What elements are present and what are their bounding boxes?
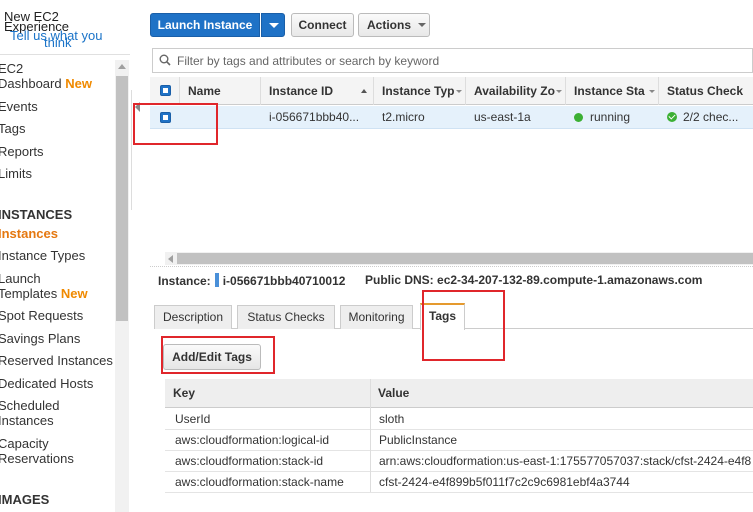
scroll-left-arrow-icon[interactable] <box>168 255 173 263</box>
table-row: UserId sloth <box>165 409 753 430</box>
sidebar-item-dedicated-hosts[interactable]: Dedicated Hosts <box>0 376 93 391</box>
column-header-availability-zone[interactable]: Availability Zo <box>466 77 566 105</box>
tab-monitoring[interactable]: Monitoring <box>340 305 413 329</box>
cell-availability-zone: us-east-1a <box>474 110 531 124</box>
sidebar-item-reports[interactable]: Reports <box>0 144 44 159</box>
sidebar-item-spot-requests[interactable]: Spot Requests <box>0 308 83 323</box>
search-icon <box>159 54 171 66</box>
sidebar: New EC2 Experience Tell us what you thin… <box>0 0 130 512</box>
tag-value: sloth <box>379 412 405 426</box>
chevron-down-icon <box>649 90 655 93</box>
tag-value: cfst-2424-e4f899b5f011f7c2c9c6981ebf4a37… <box>379 475 630 489</box>
tag-value: arn:aws:cloudformation:us-east-1:1755770… <box>379 454 752 468</box>
column-header-instance-id[interactable]: Instance ID <box>261 77 374 105</box>
chevron-down-icon <box>269 23 279 28</box>
instance-marker <box>214 273 219 287</box>
launch-instance-button[interactable]: Launch Instance <box>150 13 260 37</box>
column-header-name[interactable]: Name <box>180 77 261 105</box>
cell-instance-id: i-056671bbb40... <box>269 110 360 124</box>
sidebar-item-savings-plans[interactable]: Savings Plans <box>0 331 80 346</box>
check-passed-icon <box>667 112 677 122</box>
column-header-value: Value <box>378 386 410 400</box>
select-all-cell <box>150 77 180 105</box>
column-header-status-checks[interactable]: Status Check <box>659 77 753 105</box>
panel-resize-handle[interactable] <box>150 266 753 269</box>
cell-instance-state: running <box>574 106 659 129</box>
running-status-icon <box>574 113 583 122</box>
tags-table-header: Key Value <box>165 379 753 408</box>
column-header-instance-type[interactable]: Instance Typ <box>374 77 466 105</box>
column-divider <box>370 379 371 492</box>
sidebar-section-instances: INSTANCES <box>0 207 73 222</box>
tag-key: aws:cloudformation:logical-id <box>175 433 330 447</box>
table-row: aws:cloudformation:stack-id arn:aws:clou… <box>165 451 753 472</box>
chevron-down-icon <box>456 90 462 93</box>
detail-public-dns: Public DNS: ec2-34-207-132-89.compute-1.… <box>365 273 703 287</box>
horizontal-scroll-thumb[interactable] <box>177 253 753 264</box>
tag-key: aws:cloudformation:stack-id <box>175 454 324 468</box>
annotation-box-tags-tab <box>422 290 505 361</box>
sidebar-item-launch-templates-line2[interactable]: Templates New <box>0 286 88 301</box>
sidebar-item-scheduled-instances-line2[interactable]: Instances <box>0 413 54 428</box>
tag-key: UserId <box>175 412 211 426</box>
chevron-down-icon <box>418 23 426 27</box>
cell-status-checks[interactable]: 2/2 chec... <box>667 106 753 129</box>
new-badge: New <box>60 286 88 301</box>
tag-key: aws:cloudformation:stack-name <box>175 475 344 489</box>
sidebar-item-capacity-reservations-line2[interactable]: Reservations <box>0 451 74 466</box>
sidebar-item-limits[interactable]: Limits <box>0 166 32 181</box>
sidebar-item-instance-types[interactable]: Instance Types <box>0 248 85 263</box>
horizontal-scrollbar[interactable] <box>165 252 753 265</box>
public-dns-value: ec2-34-207-132-89.compute-1.amazonaws.co… <box>437 273 703 287</box>
sidebar-section-images: IMAGES <box>0 492 50 507</box>
launch-instance-dropdown[interactable] <box>261 13 285 37</box>
sidebar-scroll-thumb[interactable] <box>116 76 128 321</box>
cell-instance-type: t2.micro <box>382 110 425 124</box>
tag-value: PublicInstance <box>379 433 458 447</box>
tab-status-checks[interactable]: Status Checks <box>237 305 335 329</box>
connect-button[interactable]: Connect <box>291 13 354 37</box>
new-ec2-experience-banner: New EC2 Experience Tell us what you thin… <box>0 0 130 55</box>
sidebar-item-launch-templates[interactable]: Launch <box>0 271 41 286</box>
sort-ascending-icon <box>361 89 367 93</box>
detail-instance-heading: Instance: i-056671bbb40710012 <box>158 273 346 288</box>
sidebar-item-reserved-instances[interactable]: Reserved Instances <box>0 353 113 368</box>
sidebar-scrollbar[interactable] <box>115 60 129 512</box>
sidebar-item-capacity-reservations[interactable]: Capacity <box>0 436 49 451</box>
scroll-up-arrow-icon[interactable] <box>118 64 126 69</box>
sidebar-item-events[interactable]: Events <box>0 99 38 114</box>
chevron-down-icon <box>556 90 562 93</box>
sidebar-item-tags[interactable]: Tags <box>0 121 25 136</box>
column-header-key: Key <box>173 386 196 400</box>
detail-instance-id: i-056671bbb40710012 <box>222 274 346 288</box>
annotation-box-add-edit-tags <box>161 336 275 374</box>
sidebar-item-instances[interactable]: Instances <box>0 226 58 241</box>
new-badge: New <box>65 76 92 91</box>
feedback-link-think[interactable]: think <box>44 36 71 49</box>
table-row: aws:cloudformation:logical-id PublicInst… <box>165 430 753 451</box>
instances-table-header: Name Instance ID Instance Typ Availabili… <box>150 77 753 105</box>
sidebar-item-ec2[interactable]: EC2 <box>0 61 23 76</box>
search-input[interactable] <box>177 51 747 70</box>
select-all-checkbox[interactable] <box>160 85 171 96</box>
table-row: aws:cloudformation:stack-name cfst-2424-… <box>165 472 753 493</box>
sidebar-item-scheduled-instances[interactable]: Scheduled <box>0 398 59 413</box>
toolbar: Launch Instance Connect Actions <box>146 0 753 45</box>
sidebar-item-dashboard[interactable]: Dashboard New <box>0 76 92 91</box>
table-row[interactable]: i-056671bbb40... t2.micro us-east-1a run… <box>150 106 753 129</box>
tab-description[interactable]: Description <box>154 305 232 329</box>
column-header-instance-state[interactable]: Instance Sta <box>566 77 659 105</box>
search-bar[interactable] <box>152 48 753 73</box>
actions-button[interactable]: Actions <box>358 13 430 37</box>
annotation-box-checkbox <box>133 103 218 145</box>
